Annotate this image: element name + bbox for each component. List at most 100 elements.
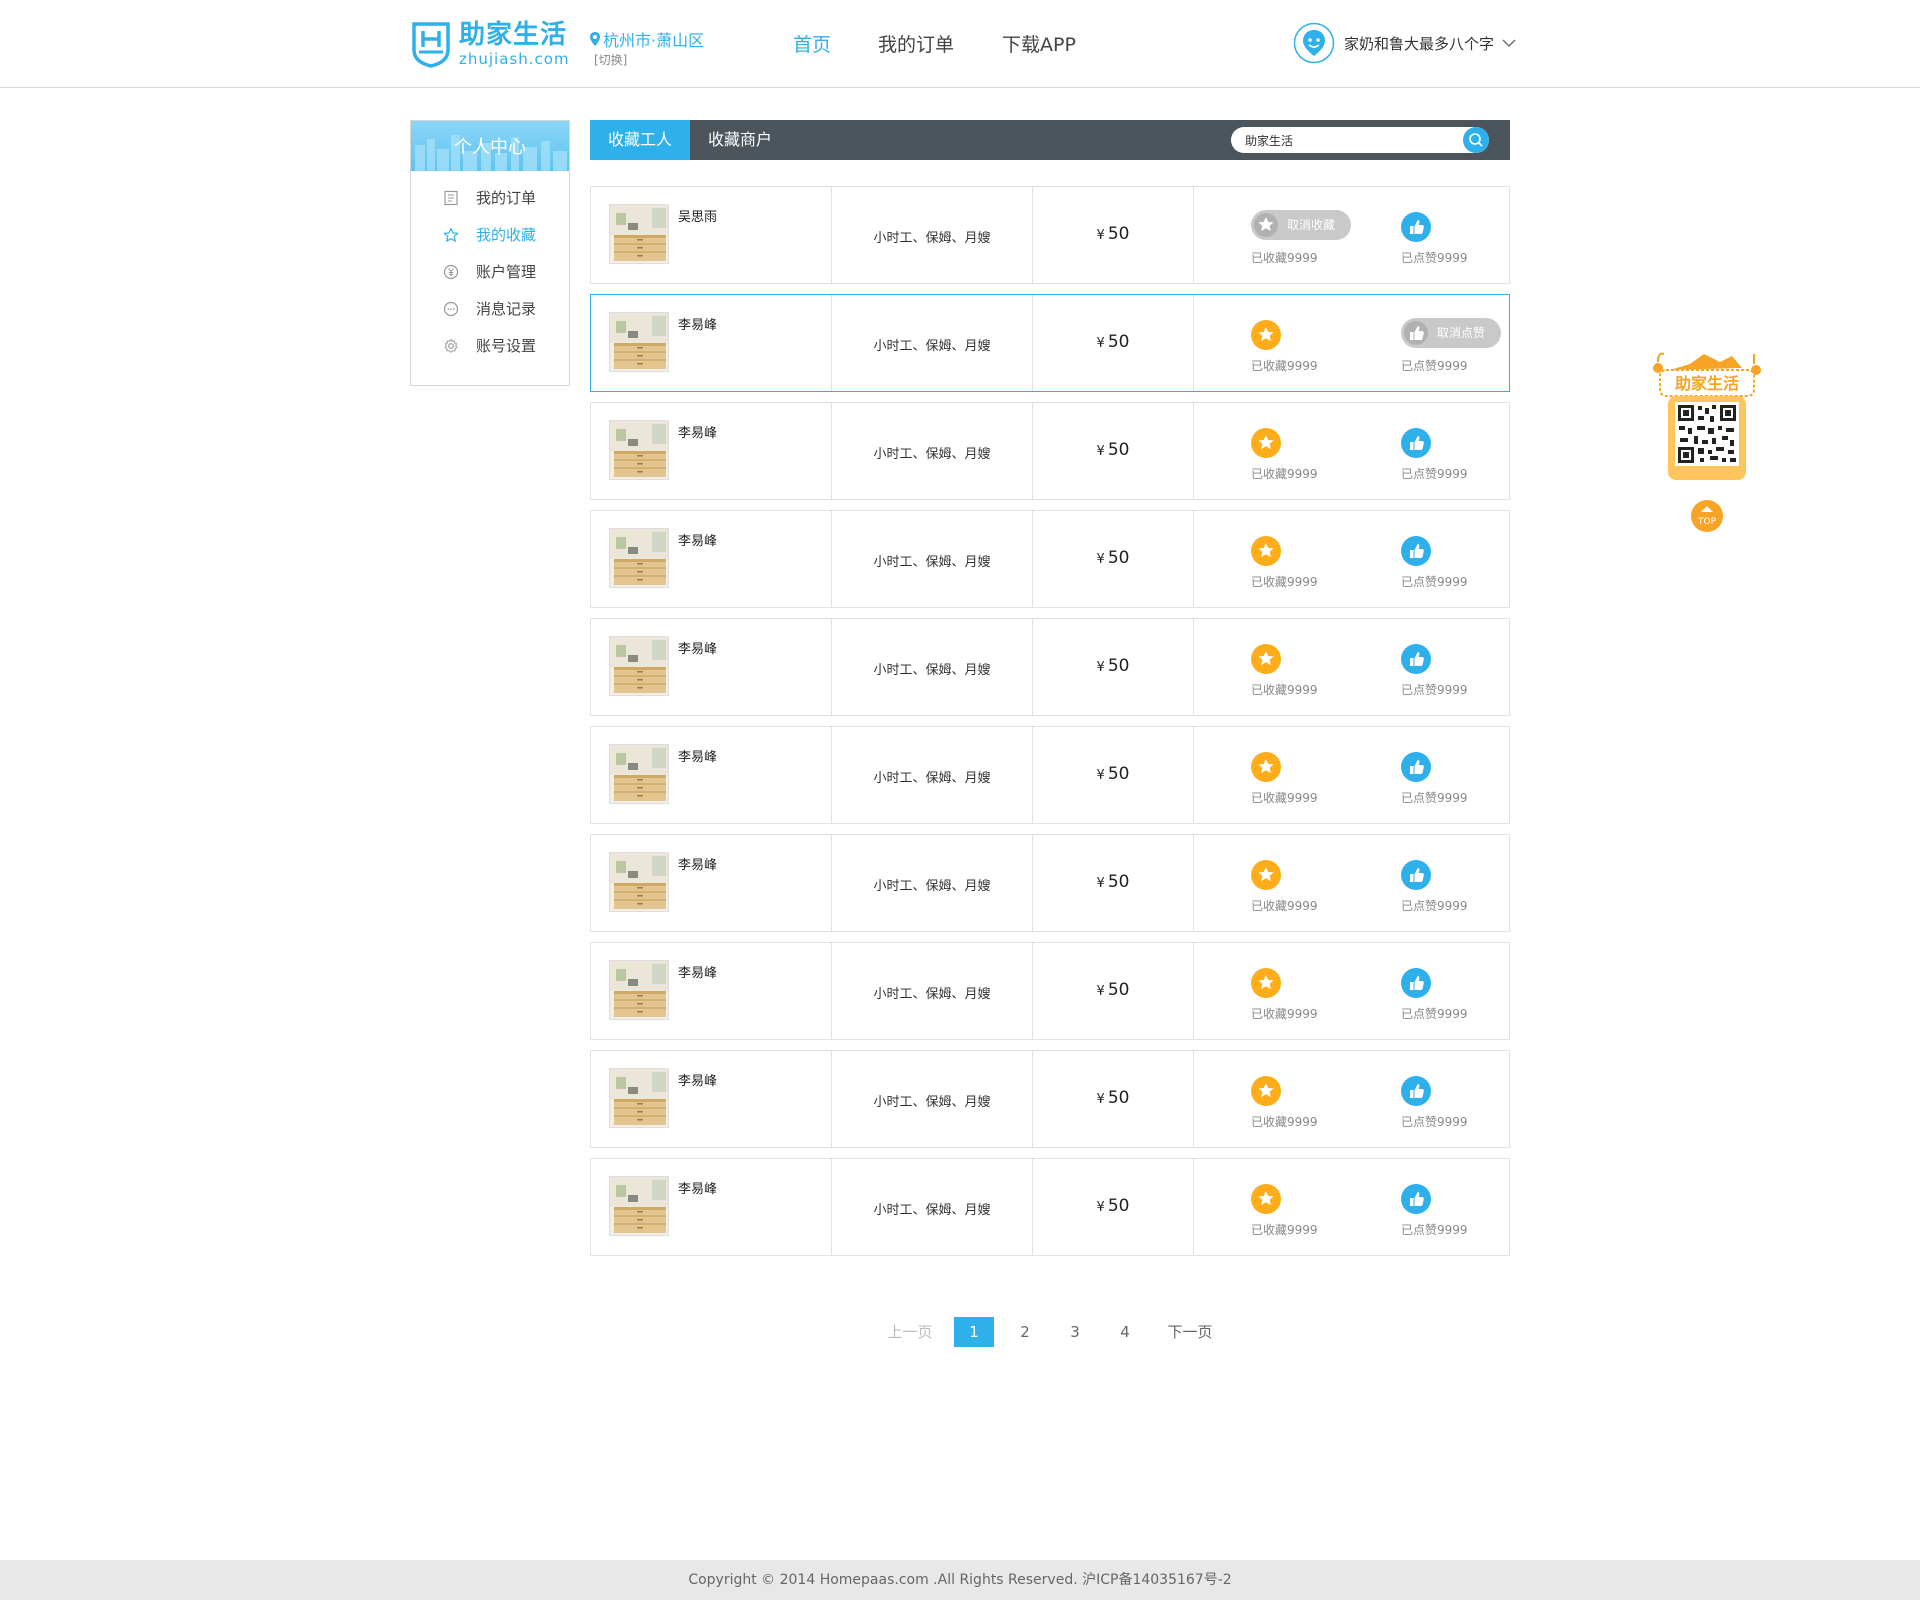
page-3-button[interactable]: 3 [1055,1317,1095,1347]
city-switch-link[interactable]: [切换] [594,51,627,68]
favorite-star-button[interactable] [1251,536,1281,566]
worker-cell: 吴思雨 [591,187,832,283]
favorite-star-button[interactable] [1251,968,1281,998]
worker-name[interactable]: 李易峰 [678,638,717,657]
worker-photo[interactable] [609,960,669,1020]
table-row[interactable]: 李易峰 小时工、保姆、月嫂 ¥50 已收藏9999 已点赞9999 [590,402,1510,500]
page-2-button[interactable]: 2 [1005,1317,1045,1347]
worker-photo[interactable] [609,312,669,372]
worker-name[interactable]: 李易峰 [678,854,717,873]
favorite-star-button[interactable] [1251,320,1281,350]
nav-home[interactable]: 首页 [793,30,831,57]
favorite-star-button[interactable] [1251,428,1281,458]
favorite-star-button[interactable] [1251,644,1281,674]
search-input[interactable] [1245,131,1455,149]
services-cell: 小时工、保姆、月嫂 [832,1051,1033,1147]
sidebar-item-messages[interactable]: 消息记录 [443,298,536,319]
star-icon [1258,543,1274,558]
worker-name[interactable]: 李易峰 [678,1178,717,1197]
worker-name[interactable]: 李易峰 [678,746,717,765]
prev-page-button[interactable]: 上一页 [880,1317,940,1347]
worker-name[interactable]: 李易峰 [678,1070,717,1089]
like-button[interactable] [1401,1184,1431,1214]
actions-cell: 已收藏9999 已点赞9999 [1194,835,1509,931]
services-cell: 小时工、保姆、月嫂 [832,187,1033,283]
unfavorite-button[interactable]: 取消收藏 [1251,210,1351,240]
favorite-star-button[interactable] [1251,752,1281,782]
worker-photo[interactable] [609,744,669,804]
worker-photo[interactable] [609,420,669,480]
worker-photo[interactable] [609,1176,669,1236]
worker-name[interactable]: 李易峰 [678,530,717,549]
currency-symbol: ¥ [1096,660,1105,675]
sidebar-item-account[interactable]: 账户管理 [443,261,536,282]
services-cell: 小时工、保姆、月嫂 [832,403,1033,499]
next-page-button[interactable]: 下一页 [1160,1317,1220,1347]
worker-photo[interactable] [609,528,669,588]
tab-favorite-workers[interactable]: 收藏工人 [590,120,690,160]
price-cell: ¥50 [1033,187,1194,283]
price-cell: ¥50 [1033,727,1194,823]
site-logo[interactable]: 助家生活 zhujiash.com [410,20,570,68]
like-button[interactable] [1401,536,1431,566]
worker-name[interactable]: 李易峰 [678,314,717,333]
table-row[interactable]: 李易峰 小时工、保姆、月嫂 ¥50 已收藏9999 已点赞9999 [590,1050,1510,1148]
like-button[interactable] [1401,644,1431,674]
city-name: 杭州市·萧山区 [603,31,705,50]
price-value: 50 [1107,1196,1130,1216]
table-row[interactable]: 吴思雨 小时工、保姆、月嫂 ¥50 取消收藏 已收藏9999 已点赞9999 [590,186,1510,284]
price-cell: ¥50 [1033,619,1194,715]
star-icon [1258,651,1274,666]
price-value: 50 [1107,980,1130,1000]
worker-cell: 李易峰 [591,511,832,607]
room-photo-image [610,1177,668,1235]
worker-name[interactable]: 李易峰 [678,962,717,981]
search-button[interactable] [1463,127,1489,153]
nav-download-app[interactable]: 下载APP [1002,30,1076,57]
nav-my-orders[interactable]: 我的订单 [878,30,954,57]
star-icon [1258,1191,1274,1206]
favorite-star-button[interactable] [1251,1184,1281,1214]
currency-symbol: ¥ [1096,228,1105,243]
page-1-button[interactable]: 1 [954,1317,994,1347]
worker-photo[interactable] [609,636,669,696]
favorite-star-button[interactable] [1251,860,1281,890]
favorite-star-button[interactable] [1251,1076,1281,1106]
like-button[interactable] [1401,752,1431,782]
price-value: 50 [1107,656,1130,676]
like-button[interactable] [1401,212,1431,242]
worker-price: ¥50 [1033,656,1193,676]
table-row[interactable]: 李易峰 小时工、保姆、月嫂 ¥50 取消点赞 已收藏9999 已点赞9999 [590,294,1510,392]
city-selector[interactable]: 杭州市·萧山区 [590,27,704,51]
worker-photo[interactable] [609,852,669,912]
page-4-button[interactable]: 4 [1105,1317,1145,1347]
worker-photo[interactable] [609,204,669,264]
table-row[interactable]: 李易峰 小时工、保姆、月嫂 ¥50 已收藏9999 已点赞9999 [590,726,1510,824]
like-button[interactable] [1401,1076,1431,1106]
room-photo-image [610,1069,668,1127]
currency-symbol: ¥ [1096,1092,1105,1107]
currency-symbol: ¥ [1096,1200,1105,1215]
worker-name[interactable]: 吴思雨 [678,206,717,225]
table-row[interactable]: 李易峰 小时工、保姆、月嫂 ¥50 已收藏9999 已点赞9999 [590,834,1510,932]
like-button[interactable] [1401,428,1431,458]
like-count: 已点赞9999 [1401,1223,1468,1237]
price-cell: ¥50 [1033,511,1194,607]
sidebar-item-settings[interactable]: 账号设置 [443,335,536,356]
tab-favorite-merchants[interactable]: 收藏商户 [690,120,790,160]
like-button[interactable] [1401,860,1431,890]
unlike-button[interactable]: 取消点赞 [1401,318,1501,348]
table-row[interactable]: 李易峰 小时工、保姆、月嫂 ¥50 已收藏9999 已点赞9999 [590,618,1510,716]
sidebar-item-my-orders[interactable]: 我的订单 [443,187,536,208]
table-row[interactable]: 李易峰 小时工、保姆、月嫂 ¥50 已收藏9999 已点赞9999 [590,942,1510,1040]
like-button[interactable] [1401,968,1431,998]
table-row[interactable]: 李易峰 小时工、保姆、月嫂 ¥50 已收藏9999 已点赞9999 [590,1158,1510,1256]
actions-cell: 已收藏9999 已点赞9999 [1194,511,1509,607]
worker-photo[interactable] [609,1068,669,1128]
table-row[interactable]: 李易峰 小时工、保姆、月嫂 ¥50 已收藏9999 已点赞9999 [590,510,1510,608]
sidebar-item-my-favorites[interactable]: 我的收藏 [443,224,536,245]
user-name: 家奶和鲁大最多八个字 [1344,34,1495,53]
user-menu[interactable]: 家奶和鲁大最多八个字 [1293,22,1516,64]
app-qr-badge-icon[interactable]: 助家生活 TOP [1650,348,1762,538]
worker-name[interactable]: 李易峰 [678,422,717,441]
